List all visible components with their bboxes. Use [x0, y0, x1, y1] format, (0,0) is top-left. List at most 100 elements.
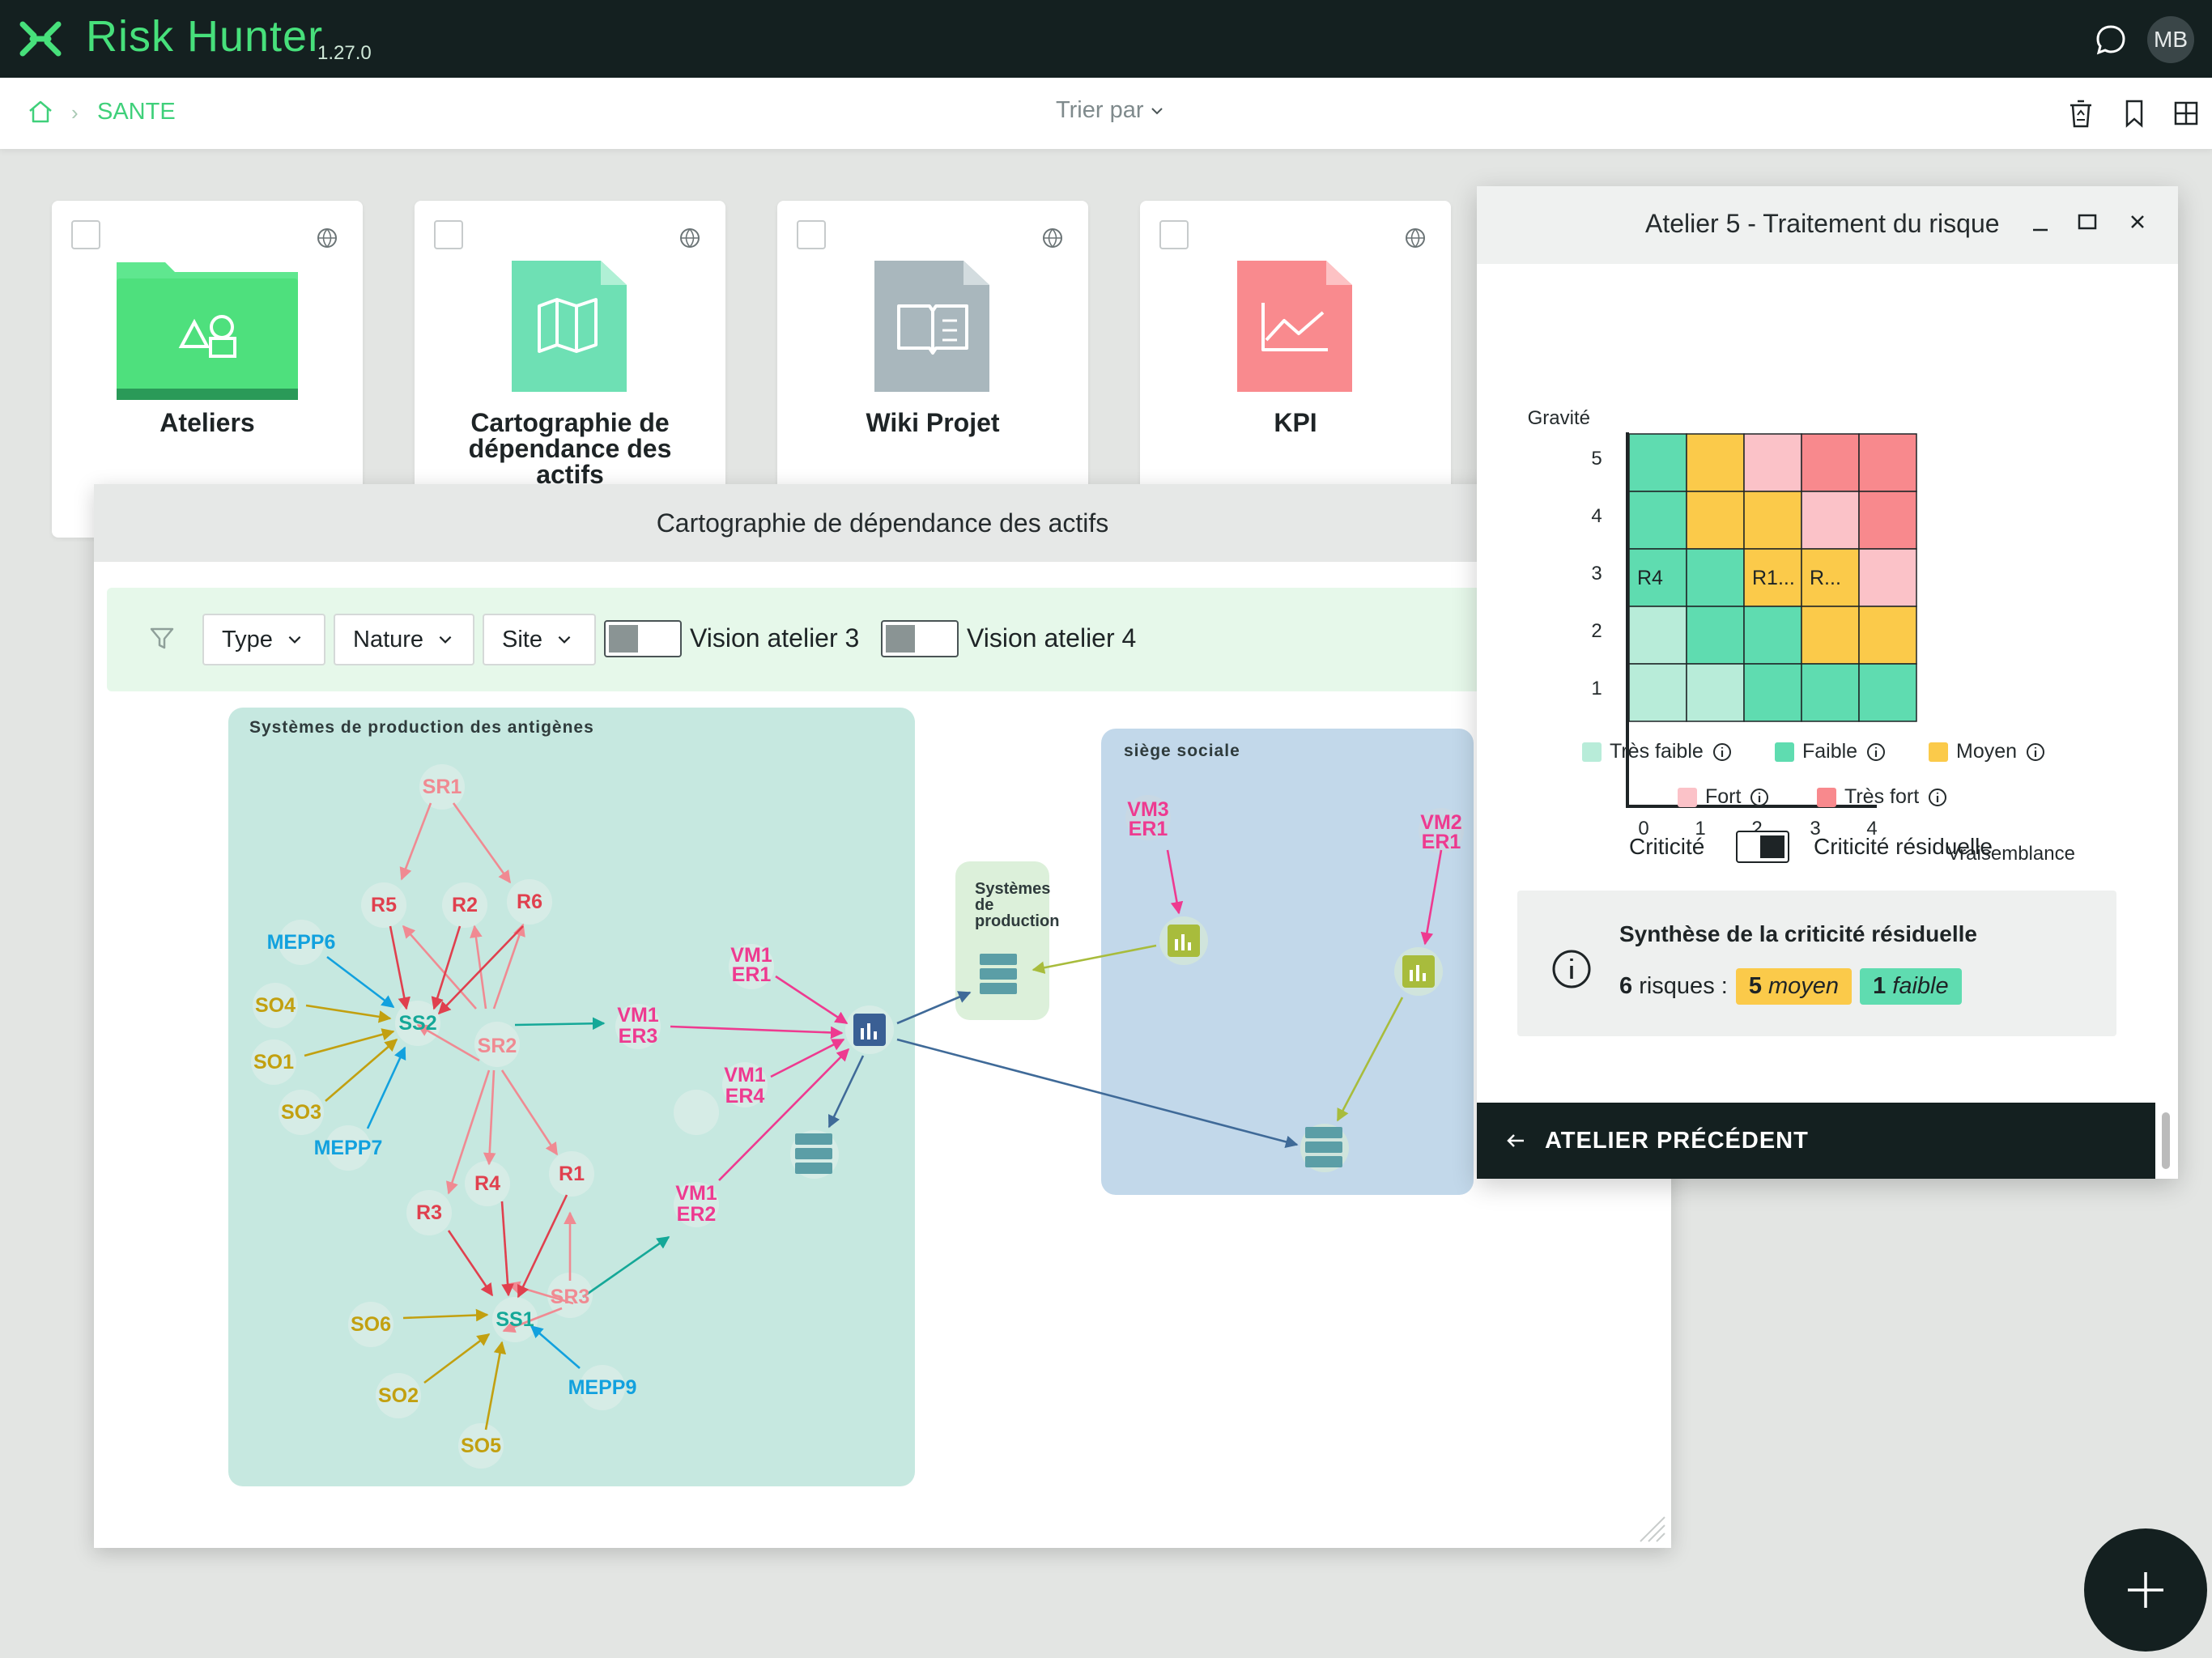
criticite-toggle[interactable] [1736, 831, 1789, 863]
dropdown-label: Type [222, 626, 273, 653]
node-sr2: SR2 [478, 1035, 517, 1057]
node-sr1: SR1 [423, 776, 462, 798]
info-icon[interactable] [1927, 787, 1948, 808]
node-vm2-er1: ER1 [1422, 831, 1461, 853]
node-so2: SO2 [378, 1384, 419, 1407]
matrix-cell [1801, 491, 1860, 550]
home-icon[interactable] [26, 97, 55, 126]
cartographie-window[interactable]: Cartographie de dépendance des actifs Ty… [94, 484, 1671, 1548]
card-checkbox[interactable] [797, 220, 826, 249]
legend-item-faible: Faible [1775, 740, 1887, 763]
legend-item-moyen: Moyen [1929, 740, 2046, 763]
breadcrumb-item-sante[interactable]: SANTE [97, 99, 176, 125]
site-filter-dropdown[interactable]: Site [483, 614, 596, 665]
node-vm3-er1: ER1 [1129, 818, 1168, 840]
synthese-title: Synthèse de la criticité résiduelle [1619, 921, 1977, 946]
node-mepp9: MEPP9 [568, 1376, 637, 1399]
matrix-cell [1628, 663, 1687, 722]
chevron-down-icon [1151, 107, 1163, 114]
resize-handle-icon[interactable] [1634, 1511, 1666, 1543]
node-ss2: SS2 [398, 1012, 436, 1035]
node-r6: R6 [517, 891, 542, 913]
criticite-residuelle-label: Criticité résiduelle [1814, 834, 1993, 859]
info-icon[interactable] [1712, 742, 1733, 763]
y-tick: 5 [1591, 448, 1602, 470]
vision-atelier-4-toggle[interactable] [881, 620, 959, 657]
risk-hunter-logo-icon[interactable] [16, 18, 65, 60]
bookmark-icon[interactable] [2120, 97, 2149, 130]
vision-atelier-3-label: Vision atelier 3 [690, 623, 860, 653]
maximize-icon[interactable] [2071, 206, 2104, 238]
chat-icon[interactable] [2092, 21, 2129, 58]
node-r4: R4 [474, 1172, 500, 1195]
sort-dropdown[interactable]: Trier par [1056, 97, 1165, 124]
recycle-bin-icon[interactable] [2066, 97, 2095, 130]
add-button[interactable] [2084, 1528, 2207, 1652]
node-r1: R1 [559, 1163, 585, 1185]
legend-swatch [1929, 742, 1948, 762]
atelier-precedent-button[interactable]: ATELIER PRÉCÉDENT [1477, 1103, 2155, 1179]
moyen-badge: 5 moyen [1735, 968, 1853, 1005]
legend-swatch [1775, 742, 1794, 762]
atelier-5-panel[interactable]: Atelier 5 - Traitement du risque Gravité… [1477, 186, 2178, 1179]
window-title[interactable]: Cartographie de dépendance des actifs [94, 484, 1671, 562]
globe-icon[interactable] [1404, 227, 1427, 249]
legend-swatch [1678, 787, 1697, 807]
filter-bar: Type Nature Site Vision atelier 3 Vision… [107, 588, 1671, 691]
globe-icon[interactable] [1041, 227, 1064, 249]
matrix-cell [1686, 548, 1745, 607]
info-icon[interactable] [2025, 742, 2046, 763]
y-tick: 2 [1591, 620, 1602, 642]
book-icon [874, 261, 989, 392]
synthese-summary: 6 risques : 5 moyen 1 faible [1619, 968, 1962, 1005]
card-title-line-2: dépendance des [468, 434, 672, 463]
panel-title: Atelier 5 - Traitement du risque [1645, 209, 2000, 238]
chevron-down-icon [439, 636, 452, 644]
group-label: siège sociale [1124, 742, 1240, 760]
node-so3: SO3 [281, 1101, 321, 1124]
card-checkbox[interactable] [1159, 220, 1189, 249]
user-avatar[interactable]: MB [2147, 16, 2194, 63]
card-checkbox[interactable] [71, 220, 100, 249]
node-so4: SO4 [255, 994, 296, 1017]
node-r2: R2 [452, 894, 478, 916]
matrix-cell [1801, 663, 1860, 722]
nature-filter-dropdown[interactable]: Nature [334, 614, 474, 665]
matrix-cell [1628, 606, 1687, 665]
button-label: ATELIER PRÉCÉDENT [1545, 1127, 1809, 1154]
matrix-risk-label: R1... [1752, 567, 1795, 589]
legend-item-tres-faible: Très faible [1582, 740, 1733, 763]
matrix-cell [1686, 433, 1745, 492]
folder-shapes-icon [117, 262, 298, 400]
map-icon [512, 261, 627, 392]
card-title: KPI [1274, 408, 1317, 437]
panel-scrollbar[interactable] [2162, 1112, 2170, 1169]
matrix-cell [1628, 491, 1687, 550]
node-r5: R5 [371, 894, 397, 916]
matrix-cell [1743, 663, 1802, 722]
type-filter-dropdown[interactable]: Type [202, 614, 325, 665]
grid-view-icon[interactable] [2172, 97, 2201, 130]
info-icon[interactable] [1865, 742, 1887, 763]
dependency-graph[interactable]: Systèmes de production des antigènes siè… [94, 691, 1671, 1548]
minimize-icon[interactable] [2024, 206, 2057, 238]
globe-icon[interactable] [678, 227, 701, 249]
info-icon[interactable] [1749, 787, 1770, 808]
faible-badge: 1 faible [1860, 968, 1962, 1005]
chart-line-icon [1237, 261, 1352, 392]
node-vm1-er2: VM1 [675, 1182, 717, 1205]
close-icon[interactable] [2121, 206, 2154, 238]
chevron-down-icon [288, 636, 301, 644]
subgroup-label: production [975, 912, 1059, 930]
globe-icon[interactable] [316, 227, 338, 249]
vision-atelier-3-toggle[interactable] [604, 620, 682, 657]
filter-icon[interactable] [147, 623, 177, 653]
breadcrumb-separator: › [71, 100, 79, 125]
card-checkbox[interactable] [434, 220, 463, 249]
node-vm1-er3: ER3 [619, 1025, 658, 1048]
node-sr3: SR3 [551, 1286, 590, 1308]
dashboard-node-icon [1402, 955, 1435, 988]
matrix-cell [1858, 548, 1917, 607]
app-version: 1.27.0 [317, 42, 372, 64]
vision-atelier-4-label: Vision atelier 4 [967, 623, 1137, 653]
